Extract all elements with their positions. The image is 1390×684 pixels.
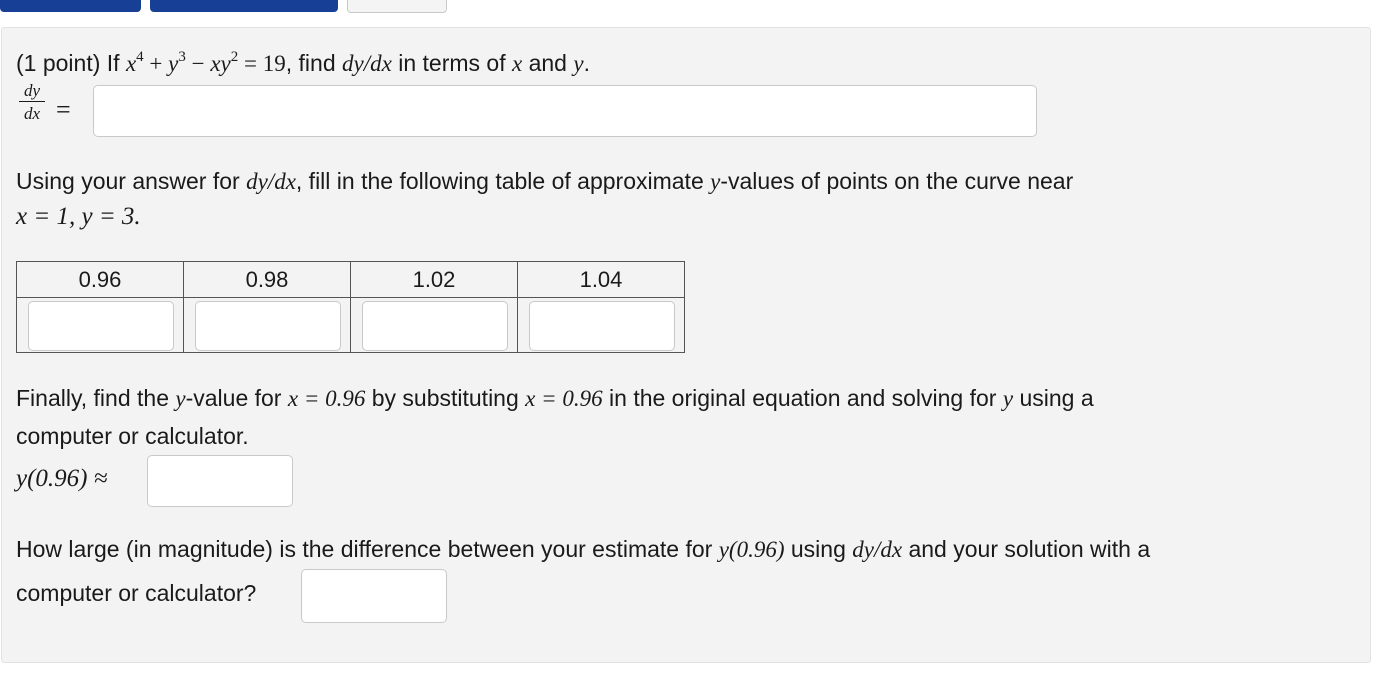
- dydx-fraction-label: dy dx: [18, 82, 46, 122]
- y-at-0.98-input[interactable]: [195, 301, 341, 351]
- table-instructions: Using your answer for dy/dx, fill in the…: [16, 168, 1074, 194]
- difference-question-line2: computer or calculator?: [16, 580, 257, 606]
- dydx-answer-input[interactable]: [93, 85, 1037, 137]
- table-header-cell: 1.04: [517, 261, 685, 298]
- finally-instructions-line2: computer or calculator.: [16, 423, 249, 449]
- y-at-0.96-input[interactable]: [28, 301, 174, 351]
- equals-sign: =: [56, 95, 71, 124]
- problem-statement: (1 point) If x4 + y3 − xy2 = 19, find dy…: [16, 49, 590, 77]
- top-toolbar: [0, 0, 1390, 14]
- y096-answer-input[interactable]: [147, 455, 293, 507]
- nav-button-1[interactable]: [0, 0, 141, 12]
- finally-instructions: Finally, find the y-value for x = 0.96 b…: [16, 385, 1094, 411]
- difference-answer-input[interactable]: [301, 569, 447, 623]
- table-header-cell: 1.02: [350, 261, 518, 298]
- point-condition: x = 1, y = 3.: [16, 203, 141, 230]
- table-header-cell: 0.96: [16, 261, 184, 298]
- table-header-cell: 0.98: [183, 261, 351, 298]
- y096-label: y(0.96) ≈: [16, 465, 108, 492]
- difference-question: How large (in magnitude) is the differen…: [16, 536, 1151, 562]
- nav-button-3[interactable]: [347, 0, 447, 13]
- approximation-table: 0.96 0.98 1.02 1.04: [16, 261, 685, 353]
- table-input-row: [16, 297, 685, 353]
- nav-button-2[interactable]: [150, 0, 338, 12]
- y-at-1.04-input[interactable]: [529, 301, 675, 351]
- table-header-row: 0.96 0.98 1.02 1.04: [16, 261, 685, 298]
- y-at-1.02-input[interactable]: [362, 301, 508, 351]
